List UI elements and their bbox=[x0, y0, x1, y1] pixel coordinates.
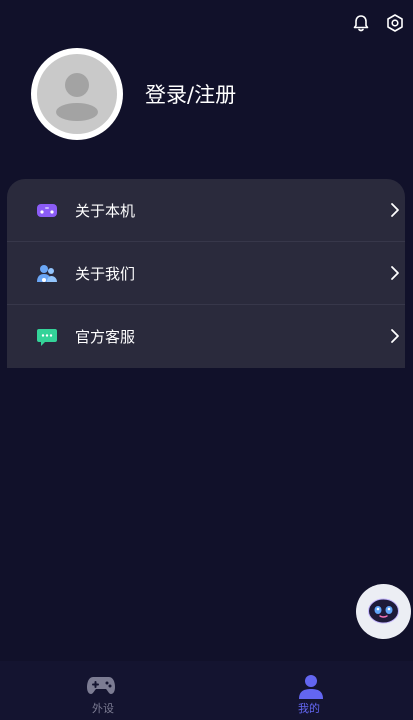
menu-card: 关于本机 关于我们 官方客服 bbox=[7, 179, 405, 368]
gamepad-icon bbox=[86, 674, 116, 700]
bell-icon[interactable] bbox=[351, 13, 371, 33]
tab-me[interactable]: 我的 bbox=[206, 661, 412, 720]
tab-devices[interactable]: 外设 bbox=[0, 661, 206, 720]
chevron-right-icon bbox=[390, 265, 400, 281]
menu-item-customer-service[interactable]: 官方客服 bbox=[7, 305, 405, 368]
chat-icon bbox=[36, 326, 58, 348]
menu-item-about-device[interactable]: 关于本机 bbox=[7, 179, 405, 242]
menu-item-label: 关于我们 bbox=[75, 264, 136, 283]
avatar[interactable] bbox=[31, 48, 123, 140]
menu-item-label: 关于本机 bbox=[75, 201, 136, 220]
default-avatar-icon bbox=[37, 54, 117, 134]
tab-label: 外设 bbox=[92, 702, 114, 715]
users-icon bbox=[36, 262, 58, 284]
login-register-link[interactable]: 登录/注册 bbox=[145, 80, 236, 110]
gear-icon[interactable] bbox=[385, 13, 405, 33]
bottom-tab-bar: 外设 我的 bbox=[0, 661, 413, 720]
robot-icon bbox=[356, 598, 411, 643]
gamepad-icon bbox=[36, 199, 58, 221]
chevron-right-icon bbox=[390, 328, 400, 344]
assistant-button[interactable] bbox=[356, 584, 411, 639]
chevron-right-icon bbox=[390, 202, 400, 218]
tab-label: 我的 bbox=[298, 702, 320, 715]
menu-item-label: 官方客服 bbox=[75, 328, 136, 346]
menu-item-about-us[interactable]: 关于我们 bbox=[7, 242, 405, 305]
